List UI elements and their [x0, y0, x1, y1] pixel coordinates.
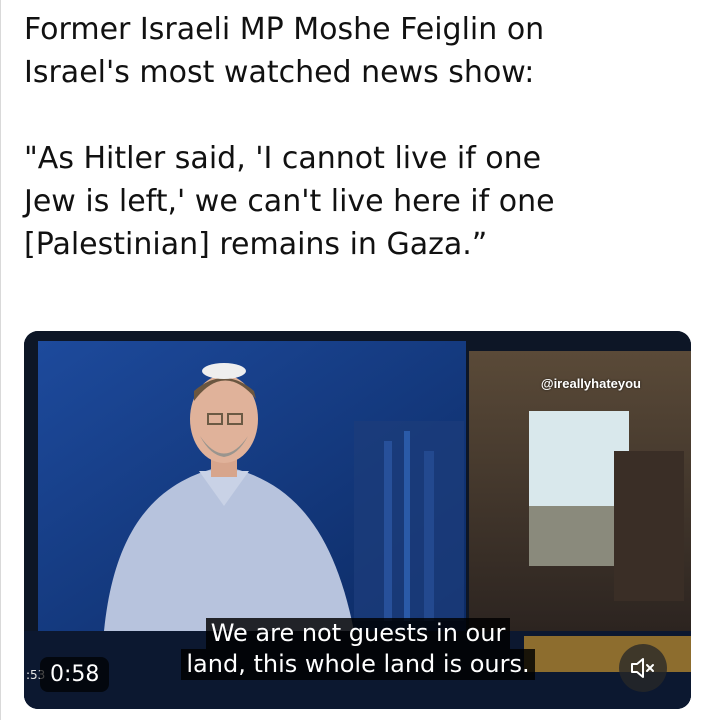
- subtitle-line: land, this whole land is ours.: [181, 649, 535, 680]
- post-line: Israel's most watched news show:: [24, 55, 535, 90]
- subtitles: We are not guests in our land, this whol…: [160, 618, 556, 680]
- speaker-muted-icon: [631, 658, 654, 678]
- video-player[interactable]: @ireallyhateyou We are not guests in our…: [24, 331, 691, 709]
- quote-line: "As Hitler said, 'I cannot live if one: [24, 141, 542, 176]
- quote-line: [Palestinian] remains in Gaza.”: [24, 227, 488, 262]
- left-border: [0, 0, 1, 720]
- watermark: @ireallyhateyou: [540, 376, 641, 391]
- subtitle-line: We are not guests in our: [205, 618, 511, 649]
- quote-line: Jew is left,' we can't live here if one: [24, 184, 555, 219]
- mute-button[interactable]: [619, 644, 667, 692]
- post-line: Former Israeli MP Moshe Feiglin on: [24, 12, 545, 47]
- video-timestamp: 0:58: [40, 657, 110, 692]
- post-text: Former Israeli MP Moshe Feiglin on Israe…: [24, 8, 664, 266]
